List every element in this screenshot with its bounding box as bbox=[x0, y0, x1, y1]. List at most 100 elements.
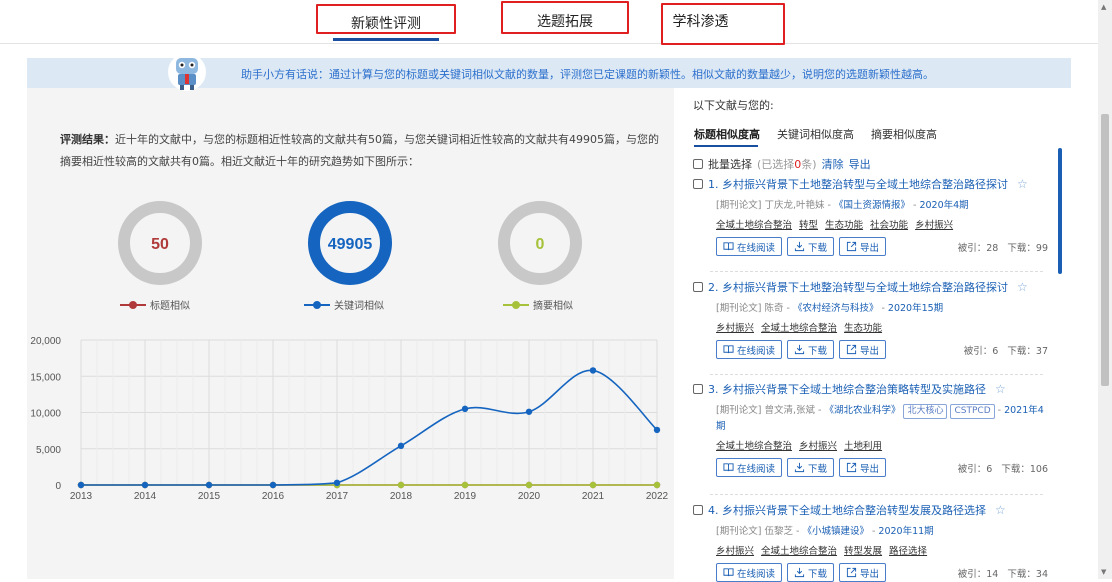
export-button[interactable]: 导出 bbox=[839, 237, 887, 256]
export-button[interactable]: 导出 bbox=[839, 340, 887, 359]
download-icon bbox=[794, 344, 805, 355]
donut-value: 50 bbox=[151, 236, 169, 253]
download-count: 下载：99 bbox=[1007, 243, 1048, 254]
export-button[interactable]: 导出 bbox=[839, 563, 887, 582]
item-checkbox[interactable] bbox=[693, 505, 703, 515]
item-keywords: 全域土地综合整治 转型 生态功能 社会功能 乡村振兴 bbox=[716, 217, 1048, 231]
read-online-button[interactable]: 在线阅读 bbox=[716, 237, 783, 256]
read-online-button[interactable]: 在线阅读 bbox=[716, 563, 783, 582]
export-link[interactable]: 导出 bbox=[849, 156, 871, 172]
download-count: 下载：37 bbox=[1007, 346, 1048, 357]
download-button[interactable]: 下载 bbox=[787, 458, 835, 477]
item-title-link[interactable]: 3. 乡村振兴背景下全域土地综合整治策略转型及实施路径 bbox=[708, 381, 986, 397]
item-source-link[interactable]: 《国土资源情报》 bbox=[834, 200, 910, 211]
export-button[interactable]: 导出 bbox=[839, 458, 887, 477]
donut-abstract-similar: 0 bbox=[498, 201, 582, 285]
keyword-link[interactable]: 生态功能 bbox=[844, 323, 882, 334]
highlight-box bbox=[661, 3, 785, 45]
item-authors: 伍黎芝 bbox=[764, 526, 793, 537]
data-point bbox=[589, 367, 597, 374]
item-meta: [期刊论文] 伍黎芝 - 《小城镇建设》 - 2020年11期 bbox=[716, 526, 934, 537]
keyword-link[interactable]: 转型 bbox=[799, 220, 818, 231]
download-icon bbox=[794, 241, 805, 252]
item-stats: 被引：28 下载：99 bbox=[958, 240, 1048, 254]
item-stats: 被引：14 下载：34 bbox=[958, 566, 1048, 580]
keyword-link[interactable]: 土地利用 bbox=[844, 441, 882, 452]
cited-count: 被引：6 bbox=[957, 464, 993, 475]
keyword-link[interactable]: 转型发展 bbox=[844, 546, 882, 557]
download-button[interactable]: 下载 bbox=[787, 563, 835, 582]
download-label: 下载 bbox=[808, 568, 828, 580]
legend-abstract-similar[interactable]: 摘要相似 bbox=[503, 297, 573, 312]
favorite-star-icon[interactable]: ☆ bbox=[995, 382, 1006, 396]
x-tick-label: 2013 bbox=[70, 491, 93, 502]
item-type: [期刊论文] bbox=[716, 526, 762, 537]
donut-value: 0 bbox=[536, 236, 545, 253]
donut-title-similar: 50 bbox=[118, 201, 202, 285]
item-source-link[interactable]: 《湖北农业科学》 bbox=[824, 405, 900, 416]
legend-keyword-similar[interactable]: 关键词相似 bbox=[304, 297, 384, 312]
keyword-link[interactable]: 路径选择 bbox=[889, 546, 927, 557]
favorite-star-icon[interactable]: ☆ bbox=[995, 503, 1006, 517]
clear-link[interactable]: 清除 bbox=[822, 156, 844, 172]
keyword-link[interactable]: 乡村振兴 bbox=[915, 220, 953, 231]
item-title-link[interactable]: 2. 乡村振兴背景下土地整治转型与全域土地综合整治路径探讨 bbox=[708, 279, 1008, 295]
item-meta: [期刊论文] 陈奇 - 《农村经济与科技》 - 2020年15期 bbox=[716, 303, 944, 314]
keyword-link[interactable]: 社会功能 bbox=[870, 220, 908, 231]
y-tick-label: 5,000 bbox=[36, 445, 61, 456]
tab-abstract-similarity[interactable]: 摘要相似度高 bbox=[871, 126, 937, 142]
scroll-up-icon[interactable]: ▲ bbox=[1101, 3, 1106, 11]
panel-title: 以下文献与您的: bbox=[693, 99, 774, 112]
item-meta: [期刊论文] 曾文清,张斌 - 《湖北农业科学》 北大核心 CSTPCD - 202… bbox=[716, 404, 1044, 432]
keyword-link[interactable]: 生态功能 bbox=[825, 220, 863, 231]
keyword-link[interactable]: 全域土地综合整治 bbox=[761, 323, 837, 334]
y-tick-label: 0 bbox=[55, 481, 61, 492]
keyword-link[interactable]: 全域土地综合整治 bbox=[716, 441, 792, 452]
item-source-link[interactable]: 《小城镇建设》 bbox=[802, 526, 869, 537]
data-point bbox=[525, 408, 533, 415]
legend-label: 摘要相似 bbox=[533, 301, 573, 312]
literature-item: 4. 乡村振兴背景下全域土地综合整治转型发展及路径选择 ☆ [期刊论文] 伍黎芝 … bbox=[693, 502, 1048, 582]
read-online-label: 在线阅读 bbox=[737, 242, 776, 254]
favorite-star-icon[interactable]: ☆ bbox=[1017, 177, 1028, 191]
read-online-button[interactable]: 在线阅读 bbox=[716, 458, 783, 477]
item-authors: 曾文清,张斌 bbox=[764, 405, 815, 416]
item-checkbox[interactable] bbox=[693, 282, 703, 292]
page-scrollbar[interactable]: ▲ ▼ bbox=[1098, 0, 1112, 579]
keyword-link[interactable]: 全域土地综合整治 bbox=[761, 546, 837, 557]
keyword-link[interactable]: 全域土地综合整治 bbox=[716, 220, 792, 231]
legend-title-similar[interactable]: 标题相似 bbox=[120, 297, 190, 312]
data-point bbox=[525, 481, 533, 489]
page-scrollbar-thumb[interactable] bbox=[1101, 114, 1109, 386]
item-actions: 在线阅读 下载 导出 被引：6 下载：37 bbox=[716, 340, 1048, 359]
keyword-link[interactable]: 乡村振兴 bbox=[799, 441, 837, 452]
index-tag: CSTPCD bbox=[950, 404, 995, 419]
x-tick-label: 2022 bbox=[646, 491, 669, 502]
item-title-link[interactable]: 1. 乡村振兴背景下土地整治转型与全域土地综合整治路径探讨 bbox=[708, 176, 1008, 192]
data-point bbox=[141, 481, 149, 489]
book-icon bbox=[723, 463, 734, 472]
keyword-link[interactable]: 乡村振兴 bbox=[716, 546, 754, 557]
tab-title-similarity[interactable]: 标题相似度高 bbox=[694, 126, 760, 142]
list-scrollbar[interactable] bbox=[1058, 148, 1062, 274]
read-online-button[interactable]: 在线阅读 bbox=[716, 340, 783, 359]
scroll-down-icon[interactable]: ▼ bbox=[1101, 568, 1106, 576]
item-checkbox[interactable] bbox=[693, 179, 703, 189]
download-button[interactable]: 下载 bbox=[787, 237, 835, 256]
tab-keyword-similarity[interactable]: 关键词相似度高 bbox=[777, 126, 854, 142]
item-title-link[interactable]: 4. 乡村振兴背景下全域土地综合整治转型发展及路径选择 bbox=[708, 502, 986, 518]
top-tab-bar: 新颖性评测 选题拓展 学科渗透 bbox=[0, 0, 1112, 45]
x-tick-label: 2015 bbox=[198, 491, 221, 502]
item-source-link[interactable]: 《农村经济与科技》 bbox=[793, 303, 879, 314]
y-tick-label: 20,000 bbox=[30, 336, 61, 347]
download-button[interactable]: 下载 bbox=[787, 340, 835, 359]
legend-marker-icon bbox=[120, 300, 146, 309]
download-count: 下载：106 bbox=[1001, 464, 1048, 475]
batch-select-checkbox[interactable] bbox=[693, 159, 703, 169]
book-icon bbox=[723, 345, 734, 354]
x-tick-label: 2018 bbox=[390, 491, 413, 502]
item-checkbox[interactable] bbox=[693, 384, 703, 394]
favorite-star-icon[interactable]: ☆ bbox=[1017, 280, 1028, 294]
keyword-link[interactable]: 乡村振兴 bbox=[716, 323, 754, 334]
banner-prefix: 助手小方有话说： bbox=[241, 68, 329, 81]
